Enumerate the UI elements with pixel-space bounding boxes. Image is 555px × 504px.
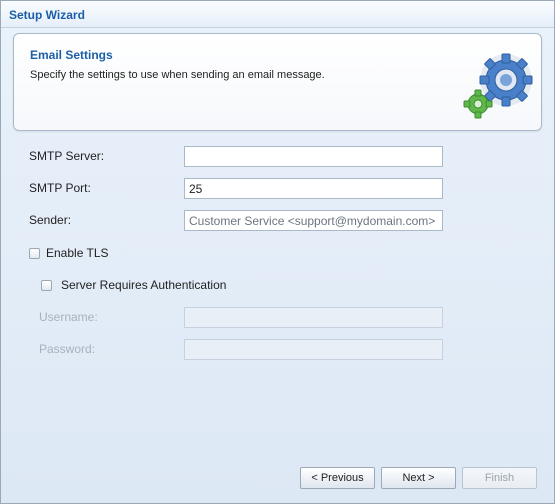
smtp-port-input[interactable] [184,178,443,199]
page-title: Email Settings [30,48,113,62]
title-bar: Setup Wizard [1,1,554,28]
smtp-port-label: SMTP Port: [29,181,91,195]
blue-gear-icon [479,53,533,107]
enable-tls-checkbox[interactable] [29,247,40,259]
page-description: Specify the settings to use when sending… [30,69,325,81]
smtp-server-label: SMTP Server: [29,149,105,163]
requires-auth-checkbox[interactable] [41,279,52,291]
window-title: Setup Wizard [9,8,85,22]
header-panel: Email Settings Specify the settings to u… [13,33,542,131]
sender-input[interactable] [184,210,443,231]
username-label: Username: [39,310,98,324]
finish-button[interactable]: Finish [462,467,537,489]
username-input[interactable] [184,307,443,328]
requires-auth-option[interactable]: Server Requires Authentication [41,278,226,292]
password-label: Password: [39,342,96,356]
previous-button[interactable]: < Previous [300,467,375,489]
enable-tls-option[interactable]: Enable TLS [29,246,109,260]
sender-label: Sender: [29,213,72,227]
settings-gears-icon [463,53,533,119]
requires-auth-label: Server Requires Authentication [61,278,227,292]
smtp-server-input[interactable] [184,146,443,167]
enable-tls-label: Enable TLS [46,246,109,260]
setup-wizard-window: Setup Wizard Email Settings Specify the … [0,0,555,504]
next-button[interactable]: Next > [381,467,456,489]
password-input[interactable] [184,339,443,360]
